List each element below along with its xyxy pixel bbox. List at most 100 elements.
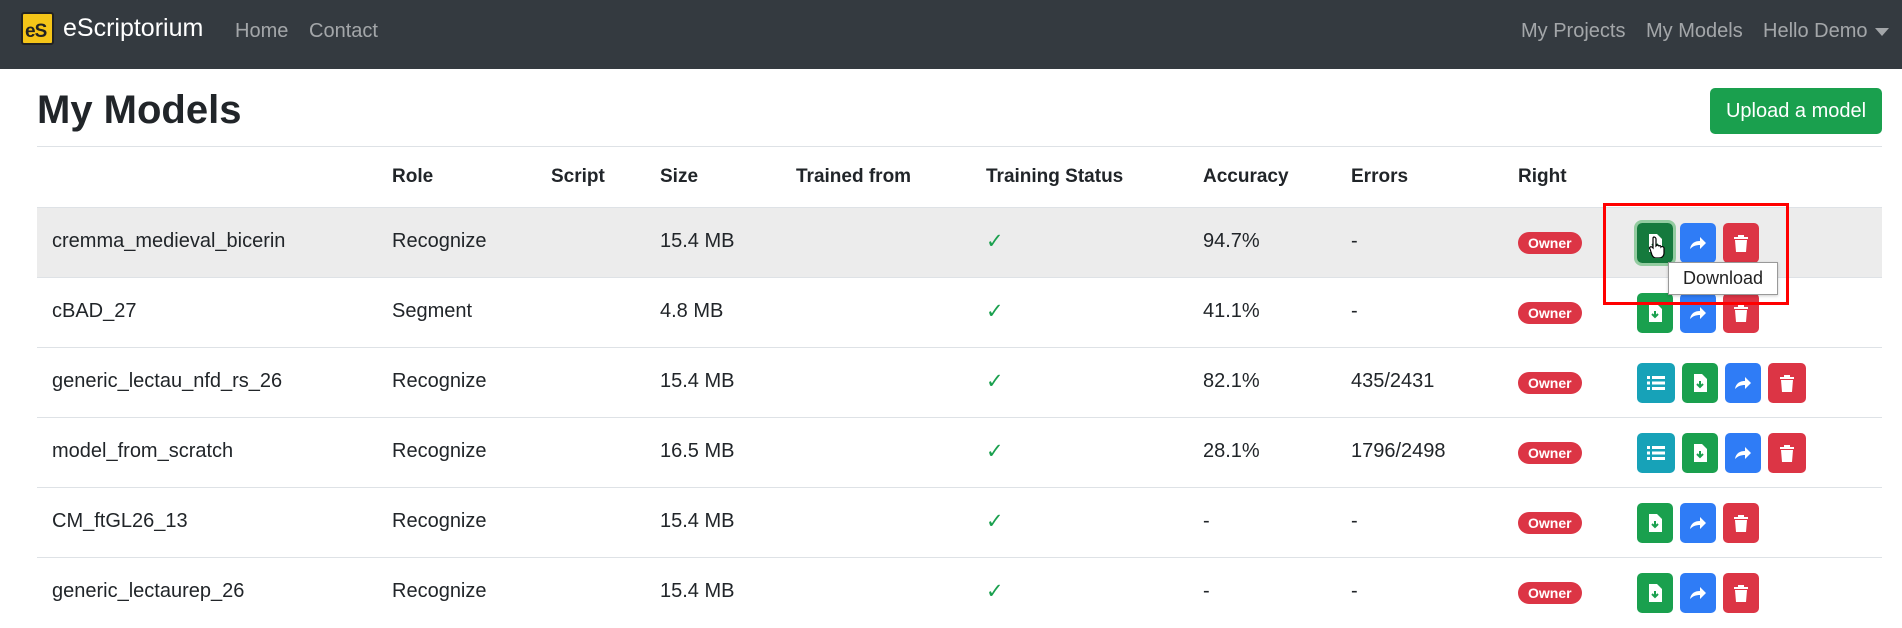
model-size: 4.8 MB: [660, 300, 724, 322]
header-errors: Errors: [1351, 166, 1409, 187]
training-status-check-icon: ✓: [986, 370, 1004, 393]
delete-button[interactable]: [1768, 363, 1806, 403]
share-button[interactable]: [1680, 293, 1716, 333]
file-download-icon: [1694, 444, 1707, 462]
share-button[interactable]: [1725, 363, 1761, 403]
user-menu-toggle[interactable]: Hello Demo: [1763, 20, 1890, 43]
model-size: 15.4 MB: [660, 230, 735, 252]
share-button[interactable]: [1680, 503, 1716, 543]
model-name: generic_lectau_nfd_rs_26: [52, 370, 283, 392]
nav-my-projects[interactable]: My Projects: [1521, 20, 1625, 43]
owner-badge: Owner: [1518, 512, 1582, 534]
table-row: cremma_medieval_bicerin Recognize 15.4 M…: [37, 207, 1882, 277]
header-accuracy: Accuracy: [1203, 166, 1289, 187]
delete-button[interactable]: [1723, 573, 1759, 613]
list-icon: [1647, 446, 1665, 460]
table-row: CM_ftGL26_13 Recognize 15.4 MB ✓ - - Own…: [37, 487, 1882, 557]
header-script: Script: [551, 166, 605, 187]
model-size: 16.5 MB: [660, 440, 735, 462]
model-accuracy: 41.1%: [1203, 300, 1260, 322]
share-icon: [1735, 447, 1751, 459]
file-download-icon: [1649, 304, 1662, 322]
share-icon: [1690, 237, 1706, 249]
share-button[interactable]: [1725, 433, 1761, 473]
header-role: Role: [392, 166, 434, 187]
training-status-check-icon: ✓: [986, 580, 1004, 603]
list-icon: [1647, 376, 1665, 390]
nav-contact[interactable]: Contact: [309, 20, 378, 43]
table-row: generic_lectaurep_26 Recognize 15.4 MB ✓…: [37, 557, 1882, 627]
file-download-icon: [1649, 584, 1662, 602]
escriptorium-logo: eS: [21, 12, 54, 45]
table-row: model_from_scratch Recognize 16.5 MB ✓ 2…: [37, 417, 1882, 487]
file-download-icon: [1649, 514, 1662, 532]
share-icon: [1690, 517, 1706, 529]
download-button[interactable]: [1637, 573, 1673, 613]
model-role: Recognize: [392, 580, 487, 602]
trash-icon: [1734, 584, 1748, 602]
delete-button[interactable]: [1723, 293, 1759, 333]
model-accuracy: -: [1203, 580, 1210, 602]
delete-button[interactable]: [1723, 223, 1759, 263]
model-accuracy: 94.7%: [1203, 230, 1260, 252]
download-button[interactable]: [1637, 503, 1673, 543]
download-button[interactable]: [1682, 433, 1718, 473]
trash-icon: [1780, 444, 1794, 462]
owner-badge: Owner: [1518, 302, 1582, 324]
chevron-down-icon: [1875, 27, 1890, 36]
model-errors: 435/2431: [1351, 370, 1435, 392]
model-name: model_from_scratch: [52, 440, 234, 462]
brand[interactable]: eS eScriptorium: [21, 12, 203, 45]
training-status-check-icon: ✓: [986, 440, 1004, 463]
model-accuracy: 28.1%: [1203, 440, 1260, 462]
model-role: Recognize: [392, 370, 487, 392]
view-details-button[interactable]: [1637, 433, 1675, 473]
title-divider: [37, 146, 1882, 147]
owner-badge: Owner: [1518, 582, 1582, 604]
share-icon: [1690, 587, 1706, 599]
delete-button[interactable]: [1768, 433, 1806, 473]
model-accuracy: 82.1%: [1203, 370, 1260, 392]
upload-model-button[interactable]: Upload a model: [1710, 88, 1882, 134]
model-role: Segment: [392, 300, 473, 322]
nav-my-models[interactable]: My Models: [1646, 20, 1743, 43]
trash-icon: [1734, 234, 1748, 252]
file-download-icon: [1694, 374, 1707, 392]
view-details-button[interactable]: [1637, 363, 1675, 403]
training-status-check-icon: ✓: [986, 230, 1004, 253]
model-size: 15.4 MB: [660, 370, 735, 392]
owner-badge: Owner: [1518, 372, 1582, 394]
share-button[interactable]: [1680, 223, 1716, 263]
table-row: cBAD_27 Segment 4.8 MB ✓ 41.1% - Owner: [37, 277, 1882, 347]
logo-text: eS: [25, 21, 47, 42]
model-errors: -: [1351, 510, 1358, 532]
download-button[interactable]: [1682, 363, 1718, 403]
model-errors: -: [1351, 300, 1358, 322]
top-navbar: eS eScriptorium Home Contact My Projects…: [0, 0, 1902, 69]
nav-home[interactable]: Home: [235, 20, 288, 43]
delete-button[interactable]: [1723, 503, 1759, 543]
model-role: Recognize: [392, 440, 487, 462]
header-size: Size: [660, 166, 699, 187]
model-errors: -: [1351, 230, 1358, 252]
page-title: My Models: [37, 88, 242, 132]
model-accuracy: -: [1203, 510, 1210, 532]
trash-icon: [1734, 514, 1748, 532]
model-name: cremma_medieval_bicerin: [52, 230, 286, 252]
header-right: Right: [1518, 166, 1567, 187]
user-menu-label: Hello Demo: [1763, 20, 1868, 42]
download-tooltip: Download: [1668, 262, 1778, 295]
model-size: 15.4 MB: [660, 510, 735, 532]
owner-badge: Owner: [1518, 442, 1582, 464]
hand-pointer-cursor-icon: [1649, 236, 1665, 258]
model-name: CM_ftGL26_13: [52, 510, 188, 532]
table-row: generic_lectau_nfd_rs_26 Recognize 15.4 …: [37, 347, 1882, 417]
share-icon: [1735, 377, 1751, 389]
owner-badge: Owner: [1518, 232, 1582, 254]
brand-name: eScriptorium: [63, 14, 204, 42]
share-button[interactable]: [1680, 573, 1716, 613]
header-training-status: Training Status: [986, 166, 1124, 187]
model-size: 15.4 MB: [660, 580, 735, 602]
download-button[interactable]: [1637, 293, 1673, 333]
model-errors: -: [1351, 580, 1358, 602]
